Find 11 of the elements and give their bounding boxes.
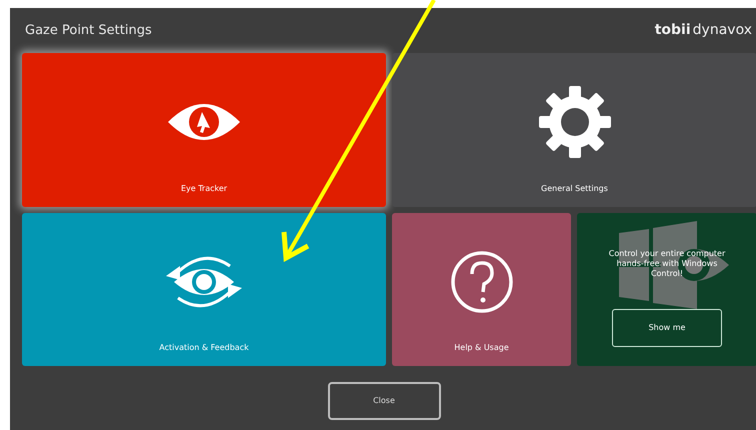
show-me-button[interactable]: Show me — [612, 309, 722, 347]
settings-tile[interactable]: General Settings — [392, 53, 756, 207]
settings-tile[interactable]: Help & Usage — [392, 213, 571, 366]
window-title: Gaze Point Settings — [25, 22, 152, 40]
gear-icon — [536, 84, 612, 160]
logo-text: dynavox — [692, 21, 752, 40]
settings-tile[interactable]: Eye Tracker — [22, 53, 386, 207]
eye-refresh-icon — [164, 254, 244, 310]
help-icon — [450, 250, 514, 314]
logo-brand: tobii — [654, 21, 691, 40]
close-button[interactable]: Close — [328, 382, 440, 420]
